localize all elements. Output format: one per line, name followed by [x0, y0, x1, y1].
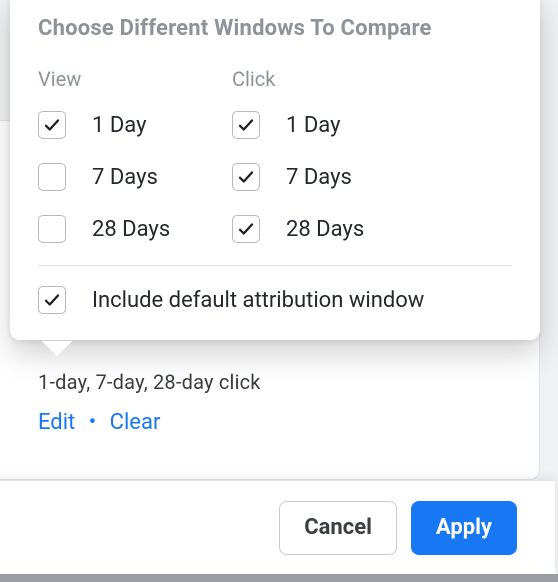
- view-option-1-day[interactable]: 1 Day: [38, 111, 222, 139]
- checkbox-view-7-days[interactable]: [38, 163, 66, 191]
- click-column: Click 1 Day 7 Days: [232, 67, 416, 243]
- checkbox-click-1-day[interactable]: [232, 111, 260, 139]
- checkbox-include-default[interactable]: [38, 286, 66, 314]
- view-column-header: View: [38, 67, 222, 91]
- popover-title: Choose Different Windows To Compare: [38, 16, 512, 41]
- clear-link[interactable]: Clear: [110, 410, 161, 435]
- cancel-button[interactable]: Cancel: [279, 501, 397, 555]
- click-option-1-day-label: 1 Day: [286, 113, 340, 138]
- summary-action-links: Edit • Clear: [38, 410, 160, 435]
- apply-button[interactable]: Apply: [411, 501, 517, 555]
- popover-divider: [38, 265, 512, 266]
- footer-button-bar: Cancel Apply: [0, 480, 555, 574]
- checkbox-click-7-days[interactable]: [232, 163, 260, 191]
- view-option-7-days[interactable]: 7 Days: [38, 163, 222, 191]
- view-column: View 1 Day 7 Days 2: [38, 67, 222, 243]
- compare-windows-popover: Choose Different Windows To Compare View…: [10, 0, 540, 340]
- window-bottom-edge: [0, 574, 558, 582]
- include-default-label: Include default attribution window: [92, 288, 424, 313]
- checkbox-view-28-days[interactable]: [38, 215, 66, 243]
- edit-link[interactable]: Edit: [38, 410, 75, 435]
- view-option-28-days[interactable]: 28 Days: [38, 215, 222, 243]
- click-option-28-days-label: 28 Days: [286, 217, 364, 242]
- click-option-7-days-label: 7 Days: [286, 165, 352, 190]
- click-option-1-day[interactable]: 1 Day: [232, 111, 416, 139]
- click-option-28-days[interactable]: 28 Days: [232, 215, 416, 243]
- attribution-summary-text: 1-day, 7-day, 28-day click: [38, 370, 261, 394]
- click-option-7-days[interactable]: 7 Days: [232, 163, 416, 191]
- include-default-option[interactable]: Include default attribution window: [38, 286, 512, 314]
- view-option-7-days-label: 7 Days: [92, 165, 158, 190]
- checkbox-click-28-days[interactable]: [232, 215, 260, 243]
- view-option-1-day-label: 1 Day: [92, 113, 146, 138]
- view-option-28-days-label: 28 Days: [92, 217, 170, 242]
- click-column-header: Click: [232, 67, 416, 91]
- link-separator: •: [81, 410, 104, 435]
- checkbox-view-1-day[interactable]: [38, 111, 66, 139]
